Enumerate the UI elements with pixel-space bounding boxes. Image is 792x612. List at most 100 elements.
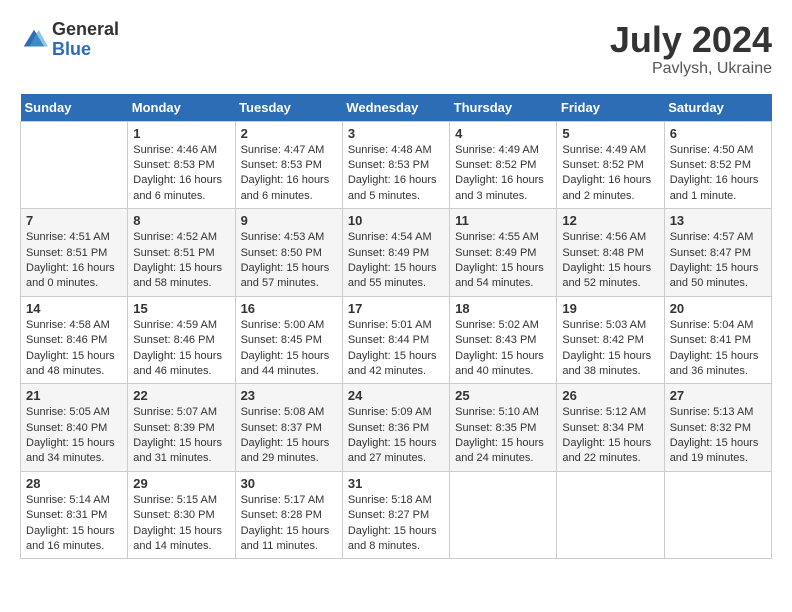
day-cell: 4 Sunrise: 4:49 AM Sunset: 8:52 PM Daylig… [450, 121, 557, 209]
day-number: 21 [26, 388, 122, 403]
day-number: 29 [133, 476, 229, 491]
logo-icon [20, 26, 48, 54]
day-number: 13 [670, 213, 766, 228]
day-cell [450, 471, 557, 559]
day-cell: 28Sunrise: 5:14 AM Sunset: 8:31 PM Dayli… [21, 471, 128, 559]
week-row-2: 7Sunrise: 4:51 AM Sunset: 8:51 PM Daylig… [21, 209, 772, 297]
day-info: Sunrise: 5:18 AM Sunset: 8:27 PM Dayligh… [348, 493, 444, 555]
page-header: General Blue July 2024 Pavlysh, Ukraine [20, 20, 772, 78]
day-info: Sunrise: 4:49 AM Sunset: 8:52 PM Dayligh… [562, 143, 658, 205]
day-number: 19 [562, 301, 658, 316]
day-number: 8 [133, 213, 229, 228]
day-cell: 10 Sunrise: 4:54 AM Sunset: 8:49 PM Dayli… [342, 209, 449, 297]
day-info: Sunrise: 4:46 AM Sunset: 8:53 PM Dayligh… [133, 143, 229, 205]
day-cell [664, 471, 771, 559]
day-number: 24 [348, 388, 444, 403]
day-cell: 8 Sunrise: 4:52 AM Sunset: 8:51 PM Daylig… [128, 209, 235, 297]
day-info: Sunrise: 5:15 AM Sunset: 8:30 PM Dayligh… [133, 493, 229, 555]
day-info: Sunrise: 4:55 AM Sunset: 8:49 PM Dayligh… [455, 230, 551, 292]
day-number: 3 [348, 126, 444, 141]
day-number: 1 [133, 126, 229, 141]
column-header-tuesday: Tuesday [235, 94, 342, 122]
day-number: 31 [348, 476, 444, 491]
day-number: 4 [455, 126, 551, 141]
logo-text: General Blue [52, 20, 119, 60]
day-cell: 9Sunrise: 4:53 AM Sunset: 8:50 PM Daylig… [235, 209, 342, 297]
day-cell: 11 Sunrise: 4:55 AM Sunset: 8:49 PM Dayli… [450, 209, 557, 297]
day-info: Sunrise: 5:17 AM Sunset: 8:28 PM Dayligh… [241, 493, 337, 555]
day-info: Sunrise: 4:50 AM Sunset: 8:52 PM Dayligh… [670, 143, 766, 205]
day-info: Sunrise: 5:08 AM Sunset: 8:37 PM Dayligh… [241, 405, 337, 467]
day-info: Sunrise: 5:00 AM Sunset: 8:45 PM Dayligh… [241, 318, 337, 380]
day-number: 23 [241, 388, 337, 403]
day-number: 2 [241, 126, 337, 141]
day-info: Sunrise: 4:57 AM Sunset: 8:47 PM Dayligh… [670, 230, 766, 292]
day-number: 5 [562, 126, 658, 141]
logo-blue: Blue [52, 40, 119, 60]
logo-general: General [52, 20, 119, 40]
day-info: Sunrise: 5:04 AM Sunset: 8:41 PM Dayligh… [670, 318, 766, 380]
column-header-thursday: Thursday [450, 94, 557, 122]
day-number: 17 [348, 301, 444, 316]
day-info: Sunrise: 5:14 AM Sunset: 8:31 PM Dayligh… [26, 493, 122, 555]
day-number: 30 [241, 476, 337, 491]
day-number: 26 [562, 388, 658, 403]
day-cell: 30 Sunrise: 5:17 AM Sunset: 8:28 PM Dayli… [235, 471, 342, 559]
day-info: Sunrise: 5:09 AM Sunset: 8:36 PM Dayligh… [348, 405, 444, 467]
day-cell: 5 Sunrise: 4:49 AM Sunset: 8:52 PM Daylig… [557, 121, 664, 209]
day-info: Sunrise: 4:56 AM Sunset: 8:48 PM Dayligh… [562, 230, 658, 292]
day-cell: 25Sunrise: 5:10 AM Sunset: 8:35 PM Dayli… [450, 384, 557, 472]
day-cell: 3Sunrise: 4:48 AM Sunset: 8:53 PM Daylig… [342, 121, 449, 209]
day-info: Sunrise: 4:53 AM Sunset: 8:50 PM Dayligh… [241, 230, 337, 292]
week-row-3: 14Sunrise: 4:58 AM Sunset: 8:46 PM Dayli… [21, 296, 772, 384]
day-info: Sunrise: 5:13 AM Sunset: 8:32 PM Dayligh… [670, 405, 766, 467]
day-cell: 12Sunrise: 4:56 AM Sunset: 8:48 PM Dayli… [557, 209, 664, 297]
day-number: 10 [348, 213, 444, 228]
day-cell [557, 471, 664, 559]
day-info: Sunrise: 4:51 AM Sunset: 8:51 PM Dayligh… [26, 230, 122, 292]
day-cell: 18Sunrise: 5:02 AM Sunset: 8:43 PM Dayli… [450, 296, 557, 384]
day-number: 15 [133, 301, 229, 316]
day-number: 14 [26, 301, 122, 316]
day-info: Sunrise: 5:01 AM Sunset: 8:44 PM Dayligh… [348, 318, 444, 380]
day-cell: 23 Sunrise: 5:08 AM Sunset: 8:37 PM Dayli… [235, 384, 342, 472]
column-header-wednesday: Wednesday [342, 94, 449, 122]
day-info: Sunrise: 4:47 AM Sunset: 8:53 PM Dayligh… [241, 143, 337, 205]
day-number: 25 [455, 388, 551, 403]
day-cell: 22Sunrise: 5:07 AM Sunset: 8:39 PM Dayli… [128, 384, 235, 472]
day-cell: 19Sunrise: 5:03 AM Sunset: 8:42 PM Dayli… [557, 296, 664, 384]
day-cell: 29 Sunrise: 5:15 AM Sunset: 8:30 PM Dayli… [128, 471, 235, 559]
day-cell: 24 Sunrise: 5:09 AM Sunset: 8:36 PM Dayli… [342, 384, 449, 472]
week-row-1: 1 Sunrise: 4:46 AM Sunset: 8:53 PM Daylig… [21, 121, 772, 209]
day-info: Sunrise: 4:49 AM Sunset: 8:52 PM Dayligh… [455, 143, 551, 205]
column-header-monday: Monday [128, 94, 235, 122]
day-cell: 21Sunrise: 5:05 AM Sunset: 8:40 PM Dayli… [21, 384, 128, 472]
day-cell: 27 Sunrise: 5:13 AM Sunset: 8:32 PM Dayli… [664, 384, 771, 472]
header-row: SundayMondayTuesdayWednesdayThursdayFrid… [21, 94, 772, 122]
month-year: July 2024 [610, 20, 772, 60]
day-cell: 26 Sunrise: 5:12 AM Sunset: 8:34 PM Dayli… [557, 384, 664, 472]
day-number: 22 [133, 388, 229, 403]
day-cell: 1 Sunrise: 4:46 AM Sunset: 8:53 PM Daylig… [128, 121, 235, 209]
day-number: 27 [670, 388, 766, 403]
title-block: July 2024 Pavlysh, Ukraine [610, 20, 772, 78]
day-cell: 20 Sunrise: 5:04 AM Sunset: 8:41 PM Dayli… [664, 296, 771, 384]
column-header-sunday: Sunday [21, 94, 128, 122]
day-info: Sunrise: 4:52 AM Sunset: 8:51 PM Dayligh… [133, 230, 229, 292]
day-number: 16 [241, 301, 337, 316]
day-info: Sunrise: 5:12 AM Sunset: 8:34 PM Dayligh… [562, 405, 658, 467]
day-info: Sunrise: 4:54 AM Sunset: 8:49 PM Dayligh… [348, 230, 444, 292]
day-cell: 31 Sunrise: 5:18 AM Sunset: 8:27 PM Dayli… [342, 471, 449, 559]
day-number: 11 [455, 213, 551, 228]
day-number: 20 [670, 301, 766, 316]
day-cell [21, 121, 128, 209]
day-info: Sunrise: 4:59 AM Sunset: 8:46 PM Dayligh… [133, 318, 229, 380]
day-number: 18 [455, 301, 551, 316]
day-cell: 7Sunrise: 4:51 AM Sunset: 8:51 PM Daylig… [21, 209, 128, 297]
day-cell: 16 Sunrise: 5:00 AM Sunset: 8:45 PM Dayli… [235, 296, 342, 384]
column-header-friday: Friday [557, 94, 664, 122]
day-cell: 13 Sunrise: 4:57 AM Sunset: 8:47 PM Dayli… [664, 209, 771, 297]
day-number: 6 [670, 126, 766, 141]
calendar-table: SundayMondayTuesdayWednesdayThursdayFrid… [20, 94, 772, 560]
column-header-saturday: Saturday [664, 94, 771, 122]
